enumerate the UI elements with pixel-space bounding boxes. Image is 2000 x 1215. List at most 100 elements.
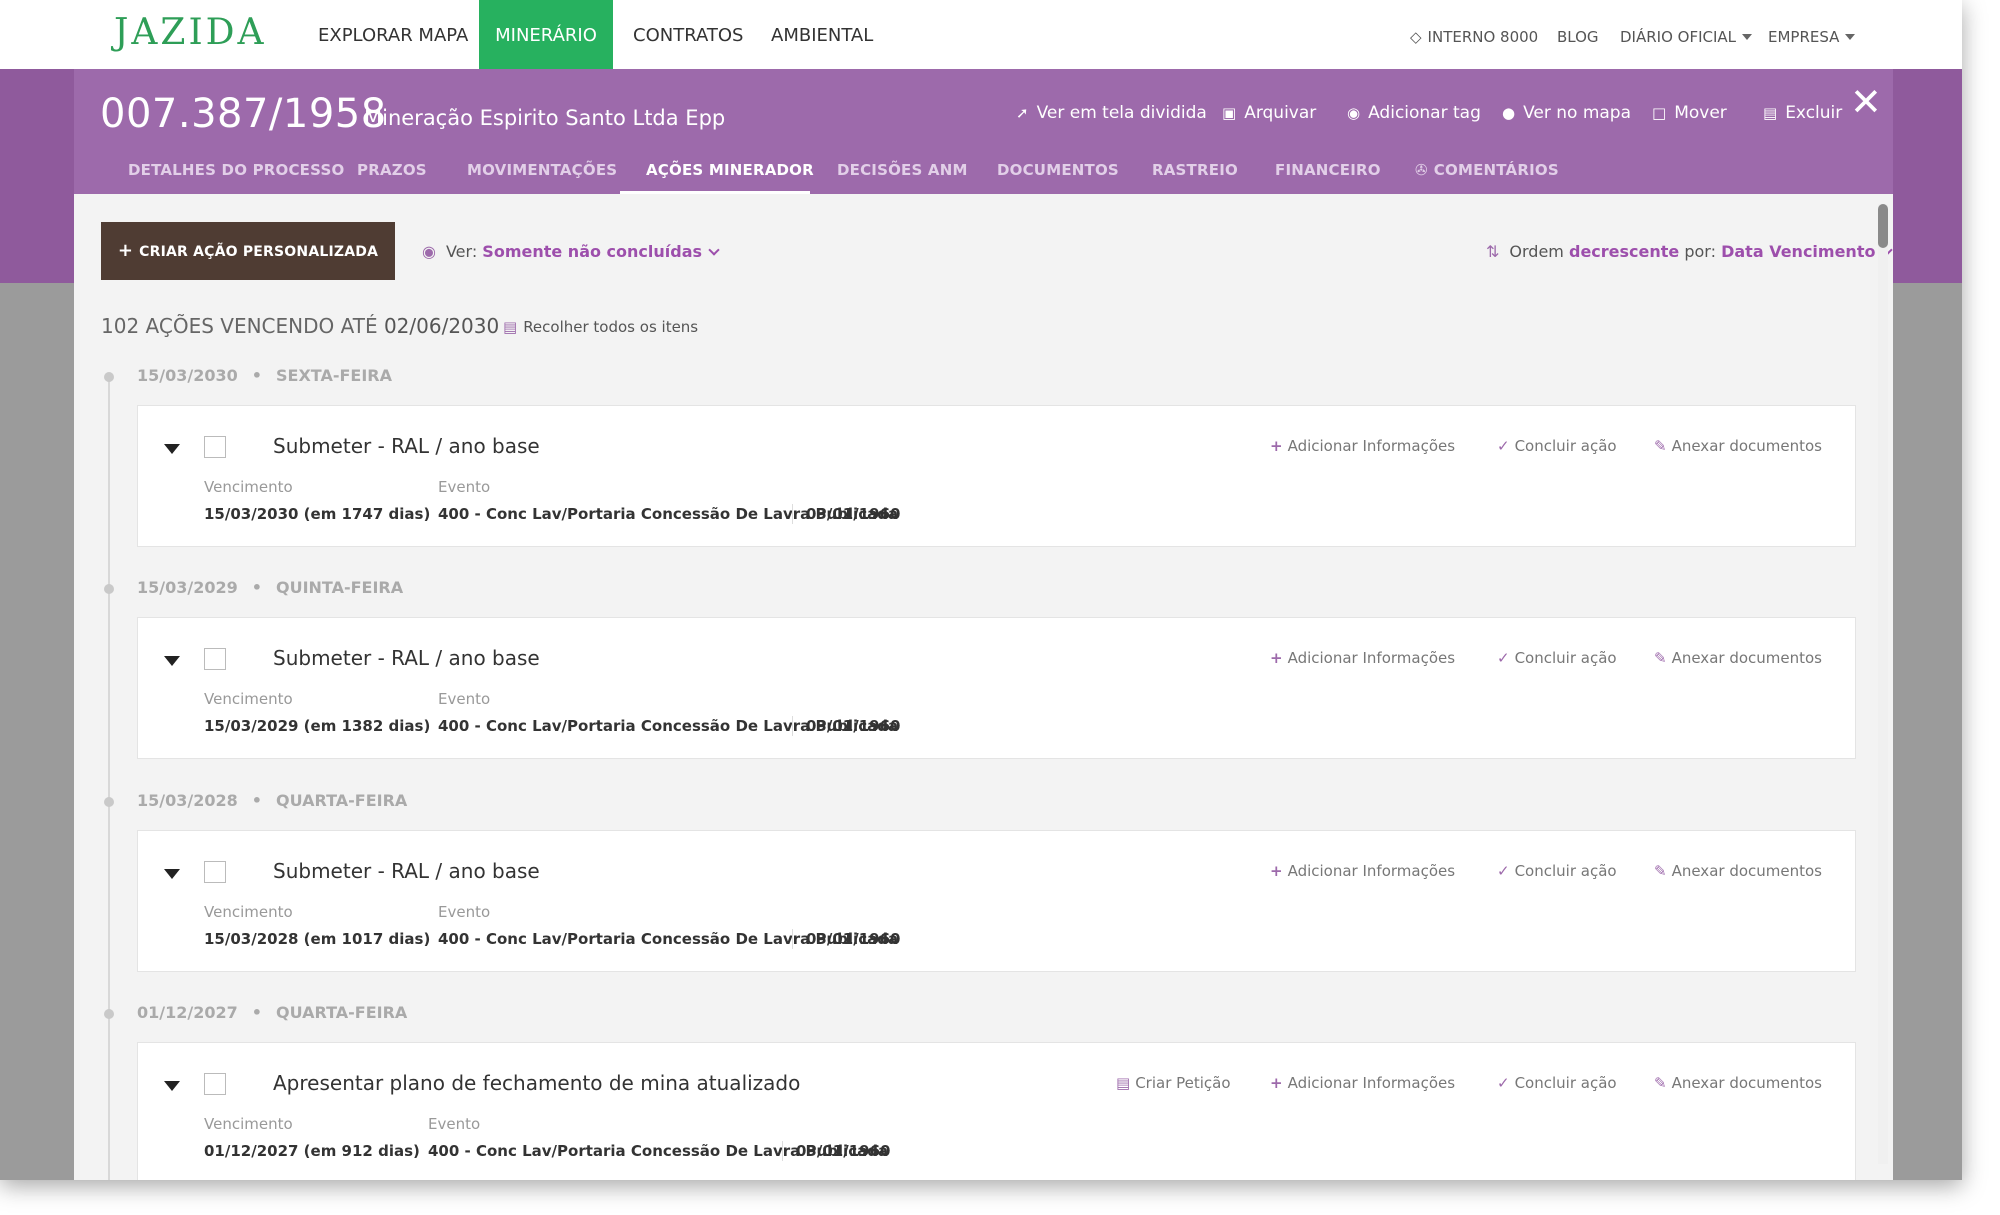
delete-button[interactable]: ▤ Excluir	[1763, 103, 1842, 123]
pin-icon: ➚	[1016, 104, 1029, 122]
tab-comentarios[interactable]: ✇ COMENTÁRIOS	[1415, 161, 1559, 179]
chevron-down-icon	[708, 244, 720, 256]
sort-icon: ⇅	[1486, 242, 1500, 261]
nav-empresa[interactable]: EMPRESA	[1768, 0, 1856, 69]
archive-button[interactable]: ▣ Arquivar	[1222, 103, 1316, 123]
attach-documents-label: Anexar documentos	[1671, 649, 1822, 667]
plan-badge[interactable]: ◇ INTERNO 8000	[1410, 0, 1538, 69]
check-icon: ✓	[1497, 649, 1510, 667]
tab-movimentacoes[interactable]: MOVIMENTAÇÕES	[467, 161, 617, 179]
due-value: 15/03/2030 (em 1747 dias)	[204, 505, 431, 523]
add-info-label: Adicionar Informações	[1287, 437, 1456, 455]
attach-documents-button[interactable]: ✎ Anexar documentos	[1654, 1074, 1822, 1092]
action-checkbox[interactable]	[204, 861, 226, 883]
collapse-caret-icon[interactable]	[164, 444, 180, 454]
action-card: Submeter - RAL / ano base + Adicionar Inf…	[137, 830, 1856, 972]
view-on-map-button[interactable]: ● Ver no mapa	[1502, 103, 1631, 123]
action-title: Submeter - RAL / ano base	[273, 434, 540, 458]
timeline-line	[108, 376, 110, 1180]
tab-prazos[interactable]: PRAZOS	[357, 161, 427, 179]
collapse-caret-icon[interactable]	[164, 656, 180, 666]
conclude-action-button[interactable]: ✓ Concluir ação	[1497, 1074, 1617, 1092]
empresa-label: EMPRESA	[1768, 28, 1840, 46]
tab-documentos[interactable]: DOCUMENTOS	[997, 161, 1119, 179]
divider	[792, 716, 793, 736]
add-info-button[interactable]: + Adicionar Informações	[1270, 1074, 1455, 1092]
due-label: Vencimento	[204, 1115, 293, 1133]
action-checkbox[interactable]	[204, 436, 226, 458]
create-custom-action-button[interactable]: + CRIAR AÇÃO PERSONALIZADA	[101, 222, 395, 280]
tab-acoes-minerador[interactable]: AÇÕES MINERADOR	[646, 161, 814, 179]
actions-summary: 102 AÇÕES VENCENDO ATÉ 02/06/2030	[101, 314, 499, 338]
sort-order-control[interactable]: ⇅ Ordem decrescente por: Data Vencimento	[1486, 242, 1894, 261]
nav-contratos[interactable]: CONTRATOS	[633, 0, 743, 69]
nav-ambiental[interactable]: AMBIENTAL	[771, 0, 873, 69]
add-tag-button[interactable]: ◉ Adicionar tag	[1347, 103, 1481, 123]
conclude-action-label: Concluir ação	[1514, 1074, 1617, 1092]
timeline-dot	[104, 372, 114, 382]
collapse-all-label: Recolher todos os itens	[523, 318, 699, 336]
tab-decisoes-anm[interactable]: DECISÕES ANM	[837, 161, 968, 179]
group-weekday: QUARTA-FEIRA	[275, 1003, 408, 1022]
create-petition-button[interactable]: ▤ Criar Petição	[1116, 1074, 1231, 1092]
timeline-dot	[104, 1009, 114, 1019]
create-petition-label: Criar Petição	[1135, 1074, 1231, 1092]
jazida-logo[interactable]: JAZIDA	[114, 12, 267, 53]
order-direction[interactable]: decrescente	[1569, 242, 1679, 261]
plus-icon: +	[1270, 1074, 1283, 1092]
nav-diario-oficial[interactable]: DIÁRIO OFICIAL	[1620, 0, 1753, 69]
nav-explorar-mapa[interactable]: EXPLORAR MAPA	[318, 0, 468, 69]
attach-documents-button[interactable]: ✎ Anexar documentos	[1654, 649, 1822, 667]
group-date-header: 01/12/2027 • QUARTA-FEIRA	[137, 1003, 407, 1022]
attach-documents-label: Anexar documentos	[1671, 1074, 1822, 1092]
split-view-button[interactable]: ➚ Ver em tela dividida	[1016, 103, 1207, 123]
nav-minerario[interactable]: MINERÁRIO	[479, 0, 613, 69]
attach-documents-button[interactable]: ✎ Anexar documentos	[1654, 862, 1822, 880]
event-date-value: 03/01/1960	[806, 505, 901, 523]
add-info-button[interactable]: + Adicionar Informações	[1270, 437, 1455, 455]
date-separator: •	[251, 1003, 262, 1022]
collapse-caret-icon[interactable]	[164, 1081, 180, 1091]
date-separator: •	[251, 366, 262, 385]
collapse-caret-icon[interactable]	[164, 869, 180, 879]
tag-icon: ◉	[1347, 104, 1361, 122]
comments-icon: ✇	[1415, 161, 1428, 179]
divider	[782, 1141, 783, 1161]
action-checkbox[interactable]	[204, 648, 226, 670]
attach-documents-label: Anexar documentos	[1671, 862, 1822, 880]
nav-blog[interactable]: BLOG	[1557, 0, 1599, 69]
conclude-action-button[interactable]: ✓ Concluir ação	[1497, 437, 1617, 455]
action-card: Submeter - RAL / ano base + Adicionar Inf…	[137, 617, 1856, 759]
tab-financeiro[interactable]: FINANCEIRO	[1275, 161, 1381, 179]
plan-label: INTERNO 8000	[1427, 28, 1539, 46]
add-info-button[interactable]: + Adicionar Informações	[1270, 862, 1455, 880]
action-checkbox[interactable]	[204, 1073, 226, 1095]
move-button[interactable]: □ Mover	[1652, 103, 1727, 123]
close-icon[interactable]: ✕	[1850, 83, 1882, 121]
tab-rastreio[interactable]: RASTREIO	[1152, 161, 1238, 179]
diario-label: DIÁRIO OFICIAL	[1620, 28, 1737, 46]
group-date-header: 15/03/2029 • QUINTA-FEIRA	[137, 578, 403, 597]
due-value: 01/12/2027 (em 912 dias)	[204, 1142, 420, 1160]
scrollbar-thumb[interactable]	[1878, 204, 1888, 248]
event-date-value: 03/01/1960	[806, 717, 901, 735]
map-pin-icon: ●	[1502, 104, 1516, 122]
conclude-action-button[interactable]: ✓ Concluir ação	[1497, 862, 1617, 880]
order-field[interactable]: Data Vencimento	[1721, 242, 1875, 261]
timeline-dot	[104, 584, 114, 594]
paperclip-icon: ✎	[1654, 1074, 1667, 1092]
check-icon: ✓	[1497, 862, 1510, 880]
tab-detalhes[interactable]: DETALHES DO PROCESSO	[128, 161, 344, 179]
view-filter[interactable]: ◉ Ver: Somente não concluídas	[422, 242, 720, 261]
collapse-all-button[interactable]: ▤ Recolher todos os itens	[503, 318, 698, 336]
attach-documents-button[interactable]: ✎ Anexar documentos	[1654, 437, 1822, 455]
scrollbar[interactable]	[1878, 204, 1888, 1164]
timeline-dot	[104, 797, 114, 807]
group-weekday: QUARTA-FEIRA	[275, 791, 408, 810]
collapse-icon: ▤	[503, 318, 518, 336]
process-company: Mineração Espirito Santo Ltda Epp	[364, 106, 726, 130]
add-info-button[interactable]: + Adicionar Informações	[1270, 649, 1455, 667]
document-icon: ▤	[1116, 1074, 1131, 1092]
conclude-action-button[interactable]: ✓ Concluir ação	[1497, 649, 1617, 667]
delete-label: Excluir	[1785, 103, 1843, 123]
